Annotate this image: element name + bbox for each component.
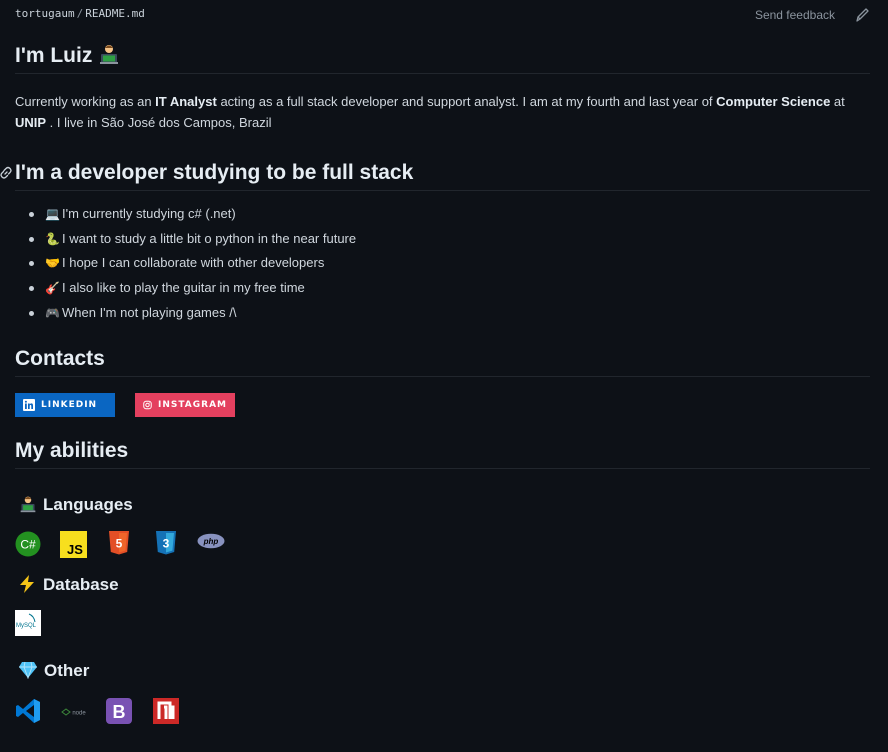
role-strong: IT Analyst (155, 94, 217, 109)
pencil-icon[interactable] (854, 6, 870, 24)
languages-icons: C# JS 5 3 php (15, 531, 870, 559)
list-item: 🎮 When I'm not playing games /\ (15, 301, 870, 326)
linkedin-label: LINKEDIN (41, 400, 98, 411)
mysql-label: MySQL (16, 623, 37, 629)
breadcrumb-separator: / (76, 7, 84, 20)
instagram-icon (143, 401, 152, 410)
developer-heading-text: I'm a developer studying to be full stac… (15, 161, 414, 184)
languages-heading: Languages (15, 493, 870, 517)
list-item: 🎸 I also like to play the guitar in my fr… (15, 276, 870, 301)
snake-icon: 🐍 (45, 231, 60, 246)
list-item: 🤝 I hope I can collaborate with other dev… (15, 251, 870, 276)
abilities-heading: My abilities (15, 435, 870, 470)
developer-heading: I'm a developer studying to be full stac… (0, 157, 870, 191)
list-item-text: I'm currently studying c# (.net) (62, 206, 236, 221)
database-icons: MySQL (15, 610, 870, 638)
csharp-icon: C# (15, 531, 41, 557)
readme-content: I'm Luiz Currently working as an IT Anal… (0, 40, 870, 726)
instagram-label: INSTAGRAM (157, 400, 227, 411)
contacts-heading: Contacts (15, 343, 870, 378)
database-heading-text: Database (43, 575, 119, 595)
breadcrumb: tortugaum / README.md (15, 7, 145, 20)
school-strong: UNIP (15, 115, 47, 130)
gem-icon (19, 662, 37, 680)
css3-icon: 3 (156, 531, 176, 555)
mysql-icon: MySQL (15, 610, 41, 637)
handshake-icon: 🤝 (45, 256, 60, 271)
page-title: I'm Luiz (15, 40, 870, 74)
developer-list: 💻 I'm currently studying c# (.net) 🐍 I wan… (15, 202, 870, 325)
intro-text-3: at (830, 94, 845, 109)
php-label: php (203, 537, 219, 546)
other-heading: Other (15, 659, 870, 683)
lightning-icon (20, 575, 34, 594)
visual-studio-code-icon (16, 699, 40, 724)
intro-paragraph: Currently working as an IT Analyst actin… (15, 91, 870, 133)
contacts-heading-text: Contacts (15, 347, 105, 371)
nodejs-label: node (72, 711, 86, 717)
javascript-icon: JS (60, 531, 87, 559)
bootstrap-label: B (113, 702, 126, 722)
list-item: 💻 I'm currently studying c# (.net) (15, 202, 870, 227)
title-text: I'm Luiz (15, 44, 93, 67)
list-item-text: I want to study a little bit o python in… (62, 230, 357, 246)
linkedin-badge[interactable]: LINKEDIN (15, 393, 115, 418)
php-icon: php (197, 534, 225, 549)
laptop-icon: 💻 (45, 207, 60, 221)
languages-heading-text: Languages (43, 495, 133, 515)
send-feedback-link[interactable]: Send feedback (755, 8, 835, 22)
javascript-label: JS (67, 542, 83, 557)
bootstrap-icon: B (106, 698, 132, 725)
technologist-icon (20, 497, 36, 513)
list-item-text: When I'm not playing games /\ (62, 304, 237, 320)
other-heading-text: Other (44, 661, 90, 681)
html5-label: 5 (116, 537, 123, 551)
abilities-heading-text: My abilities (15, 439, 129, 463)
list-item-text: I hope I can collaborate with other deve… (62, 255, 325, 271)
link-icon[interactable] (0, 166, 13, 180)
intro-text-2: acting as a full stack developer and sup… (216, 94, 717, 109)
linkedin-icon (23, 399, 35, 412)
list-item: 🐍 I want to study a little bit o python i… (15, 227, 870, 252)
breadcrumb-owner-link[interactable]: tortugaum (15, 7, 75, 20)
game-controller-icon: 🎮 (45, 305, 60, 320)
database-heading: Database (15, 573, 870, 597)
csharp-label: C# (20, 538, 36, 552)
list-item-text: I also like to play the guitar in my fre… (62, 280, 305, 296)
contact-badges: LINKEDIN INSTAGRAM (15, 393, 870, 418)
nodejs-icon: node (61, 708, 86, 717)
intro-text-4: . I live in São José dos Campos, Brazil (46, 115, 272, 130)
html5-icon: 5 (109, 531, 129, 555)
netlify-icon (153, 698, 179, 725)
guitar-icon: 🎸 (45, 281, 60, 296)
breadcrumb-file: README.md (85, 7, 145, 20)
intro-text-1: Currently working as an (15, 94, 156, 109)
course-strong: Computer Science (716, 94, 831, 109)
other-icons: node B (15, 698, 870, 726)
technologist-icon (100, 45, 119, 64)
instagram-badge[interactable]: INSTAGRAM (135, 393, 235, 418)
file-header: tortugaum / README.md Send feedback (15, 6, 870, 24)
css3-label: 3 (163, 537, 170, 551)
